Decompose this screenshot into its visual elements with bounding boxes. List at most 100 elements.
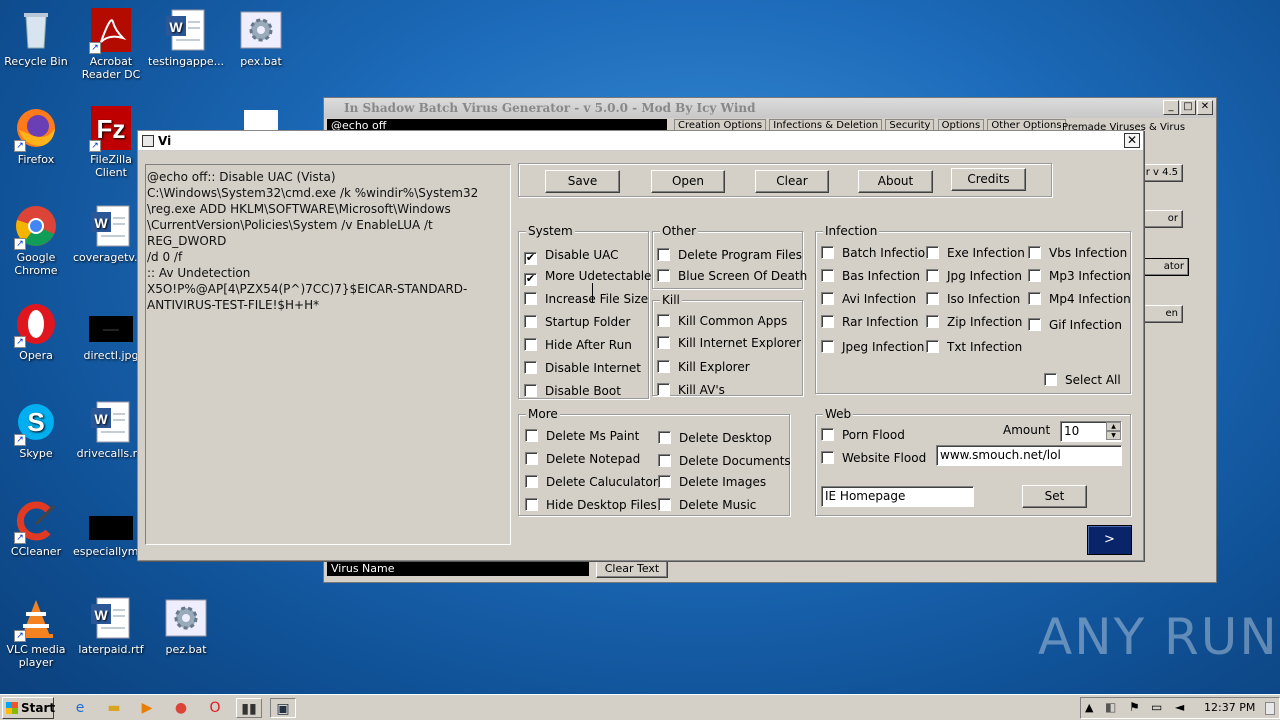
- hide-desktop-files-checkbox[interactable]: Hide Desktop Files: [525, 498, 657, 512]
- next-button[interactable]: >: [1087, 525, 1132, 555]
- checkbox-box[interactable]: [524, 315, 537, 328]
- checkbox-box[interactable]: [1028, 318, 1041, 331]
- checkbox-box[interactable]: [525, 452, 538, 465]
- checkbox-box[interactable]: [657, 383, 670, 396]
- desktop-icon-recycle-bin[interactable]: Recycle Bin: [0, 8, 74, 68]
- checkbox-box[interactable]: [524, 384, 537, 397]
- checkbox-box[interactable]: [1028, 246, 1041, 259]
- startup-folder-checkbox[interactable]: Startup Folder: [524, 315, 630, 329]
- checkbox-box[interactable]: ✔: [524, 252, 537, 265]
- desktop-icon-pez-bat[interactable]: pez.bat: [148, 596, 224, 656]
- desktop-icon-skype[interactable]: S ↗ Skype: [0, 400, 74, 460]
- disable-uac-checkbox[interactable]: ✔ Disable UAC: [524, 248, 619, 265]
- minimize-button[interactable]: _: [1163, 100, 1179, 115]
- checkbox-box[interactable]: [524, 361, 537, 374]
- chrome-taskbar-icon[interactable]: ●: [171, 698, 191, 718]
- maximize-button[interactable]: □: [1180, 100, 1196, 115]
- delete-images-checkbox[interactable]: Delete Images: [658, 475, 766, 489]
- set-button[interactable]: Set: [1022, 485, 1087, 508]
- volume-icon[interactable]: ◄: [1175, 700, 1184, 714]
- checkbox-box[interactable]: [657, 360, 670, 373]
- desktop-icon-acrobat[interactable]: ↗ Acrobat Reader DC: [73, 8, 149, 81]
- bg-side-button[interactable]: en: [1143, 305, 1183, 323]
- url-input[interactable]: www.smouch.net/lol: [936, 445, 1122, 466]
- vbs-infection-checkbox[interactable]: Vbs Infection: [1028, 246, 1127, 260]
- bg-side-button[interactable]: ator: [1143, 258, 1189, 276]
- checkbox-box[interactable]: [1028, 292, 1041, 305]
- checkbox-box[interactable]: [658, 454, 671, 467]
- close-button[interactable]: ✕: [1197, 100, 1213, 115]
- rar-infection-checkbox[interactable]: Rar Infection: [821, 315, 919, 329]
- avi-infection-checkbox[interactable]: Avi Infection: [821, 292, 916, 306]
- open-button[interactable]: Open: [651, 170, 725, 193]
- txt-infection-checkbox[interactable]: Txt Infection: [926, 340, 1022, 354]
- checkbox-box[interactable]: [1028, 269, 1041, 282]
- save-button[interactable]: Save: [545, 170, 620, 193]
- stepper-up-icon[interactable]: ▲: [1106, 422, 1121, 431]
- exe-infection-checkbox[interactable]: Exe Infection: [926, 246, 1025, 260]
- checkbox-box[interactable]: [926, 246, 939, 259]
- checkbox-box[interactable]: [657, 314, 670, 327]
- checkbox-box[interactable]: [821, 246, 834, 259]
- delete-program-files-checkbox[interactable]: Delete Program Files: [657, 248, 802, 262]
- checkbox-box[interactable]: [821, 451, 834, 464]
- checkbox-box[interactable]: [821, 340, 834, 353]
- desktop-icon-laterpaid[interactable]: W laterpaid.rtf: [73, 596, 149, 656]
- more-udetectable-checkbox[interactable]: ✔ More Udetectable: [524, 269, 651, 286]
- gif-infection-checkbox[interactable]: Gif Infection: [1028, 318, 1122, 332]
- disable-internet-checkbox[interactable]: Disable Internet: [524, 361, 641, 375]
- jpeg-infection-checkbox[interactable]: Jpeg Infection: [821, 340, 924, 354]
- delete-calculator-checkbox[interactable]: Delete Caluculator: [525, 475, 658, 489]
- checkbox-box[interactable]: [658, 475, 671, 488]
- opera-taskbar-icon[interactable]: O: [205, 698, 225, 718]
- start-button[interactable]: Start: [2, 697, 55, 719]
- checkbox-box[interactable]: [821, 428, 834, 441]
- checkbox-box[interactable]: [525, 475, 538, 488]
- checkbox-box[interactable]: [524, 292, 537, 305]
- vi-taskbar-icon[interactable]: ▣: [270, 698, 296, 718]
- mp4-infection-checkbox[interactable]: Mp4 Infection: [1028, 292, 1131, 306]
- checkbox-box[interactable]: [926, 340, 939, 353]
- checkbox-box[interactable]: [657, 336, 670, 349]
- clock[interactable]: 12:37 PM: [1204, 701, 1255, 714]
- blue-screen-checkbox[interactable]: Blue Screen Of Death: [657, 269, 807, 283]
- desktop-icon-testingappe[interactable]: W testingappe...: [148, 8, 224, 68]
- mp3-infection-checkbox[interactable]: Mp3 Infection: [1028, 269, 1131, 283]
- credits-button[interactable]: Credits: [951, 168, 1026, 191]
- iso-infection-checkbox[interactable]: Iso Infection: [926, 292, 1020, 306]
- checkbox-box[interactable]: [657, 248, 670, 261]
- checkbox-box[interactable]: [821, 315, 834, 328]
- kill-avs-checkbox[interactable]: Kill AV's: [657, 383, 725, 397]
- bg-side-button[interactable]: or: [1143, 210, 1183, 228]
- checkbox-box[interactable]: [821, 292, 834, 305]
- delete-music-checkbox[interactable]: Delete Music: [658, 498, 756, 512]
- checkbox-box[interactable]: [525, 429, 538, 442]
- kill-common-apps-checkbox[interactable]: Kill Common Apps: [657, 314, 787, 328]
- delete-desktop-checkbox[interactable]: Delete Desktop: [658, 431, 772, 445]
- flag-icon[interactable]: ⚑: [1129, 700, 1140, 714]
- bas-infection-checkbox[interactable]: Bas Infection: [821, 269, 920, 283]
- increase-file-size-checkbox[interactable]: Increase File Size: [524, 292, 648, 306]
- media-player-icon[interactable]: ▶: [137, 698, 157, 718]
- about-button[interactable]: About: [858, 170, 933, 193]
- checkbox-box[interactable]: [525, 498, 538, 511]
- ie-homepage-input[interactable]: IE Homepage: [821, 486, 974, 507]
- desktop-icon-ccleaner[interactable]: ↗ CCleaner: [0, 498, 74, 558]
- checkbox-box[interactable]: [926, 315, 939, 328]
- desktop-icon-firefox[interactable]: ↗ Firefox: [0, 106, 74, 166]
- checkbox-box[interactable]: [658, 431, 671, 444]
- desktop-icon-vlc[interactable]: ↗ VLC media player: [0, 596, 74, 669]
- kill-explorer-checkbox[interactable]: Kill Explorer: [657, 360, 750, 374]
- stepper-down-icon[interactable]: ▼: [1106, 431, 1121, 440]
- display-icon[interactable]: ▭: [1151, 700, 1162, 714]
- batch-gen-taskbar-icon[interactable]: ▮▮: [236, 698, 262, 718]
- porn-flood-checkbox[interactable]: Porn Flood: [821, 428, 905, 442]
- clear-text-button[interactable]: Clear Text: [596, 560, 668, 578]
- delete-ms-paint-checkbox[interactable]: Delete Ms Paint: [525, 429, 639, 443]
- batch-infection-checkbox[interactable]: Batch Infection: [821, 246, 933, 260]
- editor-window[interactable]: Vi ✕ @echo off:: Disable UAC (Vista) C:\…: [137, 130, 1144, 561]
- show-desktop-button[interactable]: [1265, 702, 1275, 715]
- checkbox-box[interactable]: [658, 498, 671, 511]
- batch-code-textarea[interactable]: @echo off:: Disable UAC (Vista) C:\Windo…: [145, 164, 511, 545]
- folder-icon[interactable]: ▬: [104, 698, 124, 718]
